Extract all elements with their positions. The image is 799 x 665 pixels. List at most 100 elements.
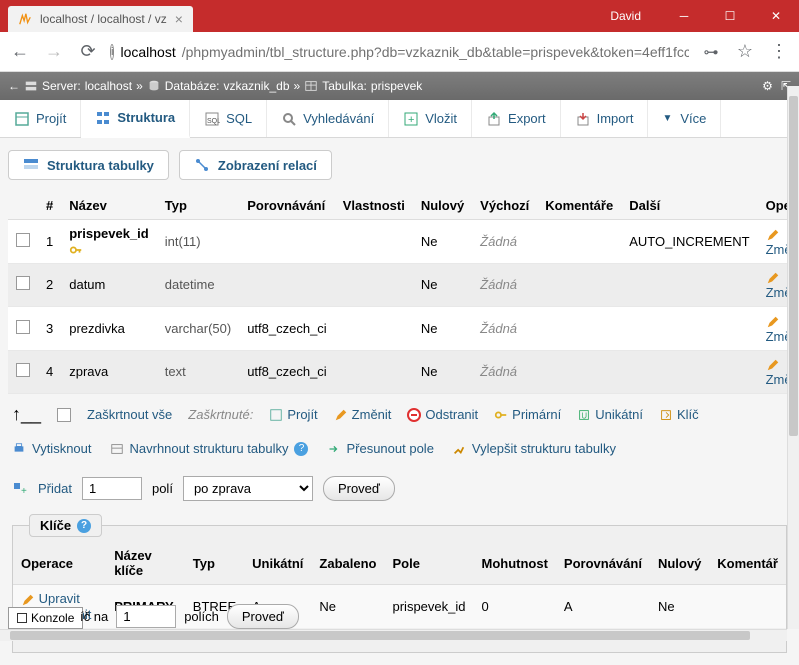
- maximize-button[interactable]: ☐: [707, 0, 753, 32]
- row-checkbox[interactable]: [16, 363, 30, 377]
- batch-drop[interactable]: Odstranit: [407, 407, 478, 422]
- svg-text:+: +: [21, 486, 27, 497]
- check-all-label[interactable]: Zaškrtnout vše: [87, 407, 172, 422]
- bottom-count-input[interactable]: [116, 605, 176, 628]
- th-extra: Další: [621, 192, 757, 220]
- vertical-scrollbar[interactable]: [787, 86, 799, 629]
- back-icon[interactable]: ←: [8, 41, 32, 62]
- browser-tabs: localhost / localhost / vz ×: [0, 0, 193, 32]
- add-fields-form: + Přidat polí po zprava Proveď: [8, 462, 791, 515]
- key-edit[interactable]: Upravit: [39, 591, 80, 606]
- server-icon: [24, 79, 38, 93]
- add-icon: +: [12, 481, 28, 497]
- row-checkbox[interactable]: [16, 320, 30, 334]
- tab-insert[interactable]: +Vložit: [389, 100, 472, 137]
- pencil-icon: [766, 315, 780, 329]
- batch-index[interactable]: Klíč: [659, 407, 699, 422]
- batch-primary[interactable]: Primární: [494, 407, 561, 422]
- tab-import[interactable]: Import: [561, 100, 649, 137]
- help-icon[interactable]: ?: [77, 519, 91, 533]
- favicon-icon: [18, 12, 32, 26]
- after-select[interactable]: po zprava: [183, 476, 313, 501]
- col-name: zprava: [61, 350, 157, 394]
- table-icon: [304, 79, 318, 93]
- col-attr: [335, 220, 413, 264]
- col-collation: utf8_czech_ci: [239, 350, 335, 394]
- url-path: /phpmyadmin/tbl_structure.php?db=vzkazni…: [182, 44, 689, 60]
- drop-icon: [407, 408, 421, 422]
- tab-export[interactable]: Export: [472, 100, 561, 137]
- with-selected-label: Zaškrtnuté:: [188, 407, 253, 422]
- link-print[interactable]: Vytisknout: [12, 441, 92, 456]
- link-move[interactable]: Přesunout pole: [326, 441, 433, 456]
- col-comment: [537, 307, 621, 351]
- col-comment: [537, 220, 621, 264]
- scrollbar-thumb[interactable]: [789, 96, 798, 436]
- check-all-checkbox[interactable]: [57, 408, 71, 422]
- link-improve[interactable]: Vylepšit strukturu tabulky: [452, 441, 616, 456]
- col-attr: [335, 307, 413, 351]
- bc-db[interactable]: vzkaznik_db: [223, 79, 289, 93]
- th-name: Název: [61, 192, 157, 220]
- col-name: datum: [61, 263, 157, 307]
- keys-legend: Klíče?: [29, 514, 102, 537]
- address-bar[interactable]: i localhost/phpmyadmin/tbl_structure.php…: [110, 44, 689, 60]
- svg-text:U: U: [582, 411, 588, 420]
- breadcrumb-toggle-icon[interactable]: ←: [8, 79, 20, 93]
- pencil-icon: [21, 593, 35, 607]
- go-button[interactable]: Proveď: [323, 476, 395, 501]
- tab-title: localhost / localhost / vz: [40, 12, 167, 26]
- gear-icon[interactable]: ⚙: [762, 79, 773, 93]
- batch-unique[interactable]: UUnikátní: [577, 407, 643, 422]
- console-toggle[interactable]: Konzole: [8, 607, 83, 629]
- batch-change[interactable]: Změnit: [334, 407, 392, 422]
- th-default: Výchozí: [472, 192, 537, 220]
- sub-tabs: Struktura tabulky Zobrazení relací: [8, 150, 791, 180]
- horizontal-scrollbar[interactable]: [0, 629, 787, 641]
- col-collation: utf8_czech_ci: [239, 307, 335, 351]
- menu-icon[interactable]: ⋮: [767, 41, 791, 62]
- structure-table: # Název Typ Porovnávání Vlastnosti Nulov…: [8, 192, 799, 394]
- batch-browse[interactable]: Projít: [269, 407, 317, 422]
- help-icon[interactable]: ?: [294, 442, 308, 456]
- scrollbar-thumb[interactable]: [10, 631, 750, 640]
- subtab-relation-view[interactable]: Zobrazení relací: [179, 150, 332, 180]
- col-null: Ne: [413, 263, 472, 307]
- tab-search[interactable]: Vyhledávání: [267, 100, 389, 137]
- caret-down-icon: ▼: [662, 113, 672, 124]
- close-tab-icon[interactable]: ×: [175, 11, 183, 27]
- subtab-table-structure[interactable]: Struktura tabulky: [8, 150, 169, 180]
- close-window-button[interactable]: ✕: [753, 0, 799, 32]
- tab-more[interactable]: ▼Více: [648, 100, 721, 137]
- bc-table[interactable]: prispevek: [371, 79, 422, 93]
- pencil-icon: [766, 271, 780, 285]
- col-index: 1: [38, 220, 61, 264]
- col-comment: [537, 263, 621, 307]
- breadcrumb: ← Server: localhost » Databáze: vzkaznik…: [0, 72, 799, 100]
- col-collation: [239, 220, 335, 264]
- row-checkbox[interactable]: [16, 276, 30, 290]
- row-checkbox[interactable]: [16, 233, 30, 247]
- tab-browse[interactable]: Projít: [0, 100, 81, 137]
- col-default: Žádná: [472, 263, 537, 307]
- bottom-go-button[interactable]: Proveď: [227, 604, 299, 629]
- browser-tab[interactable]: localhost / localhost / vz ×: [8, 6, 193, 32]
- link-propose[interactable]: Navrhnout strukturu tabulky ?: [110, 441, 309, 456]
- bc-server[interactable]: localhost: [85, 79, 132, 93]
- col-index: 4: [38, 350, 61, 394]
- minimize-button[interactable]: ─: [661, 0, 707, 32]
- reload-icon[interactable]: ⟳: [76, 41, 100, 62]
- bookmark-icon[interactable]: ☆: [733, 41, 757, 62]
- arrow-up-icon: ↑__: [12, 404, 41, 425]
- add-label: Přidat: [38, 481, 72, 496]
- key-icon[interactable]: ⊶: [699, 43, 723, 61]
- action-links: Vytisknout Navrhnout strukturu tabulky ?…: [8, 435, 791, 462]
- add-count-input[interactable]: [82, 477, 142, 500]
- forward-icon[interactable]: →: [42, 41, 66, 62]
- col-default: Žádná: [472, 220, 537, 264]
- top-tabs: Projít Struktura SQLSQL Vyhledávání +Vlo…: [0, 100, 799, 138]
- tab-structure[interactable]: Struktura: [81, 100, 190, 138]
- site-info-icon[interactable]: i: [110, 44, 114, 60]
- table-row: 3prezdivkavarchar(50)utf8_czech_ciNeŽádn…: [8, 307, 799, 351]
- tab-sql[interactable]: SQLSQL: [190, 100, 267, 137]
